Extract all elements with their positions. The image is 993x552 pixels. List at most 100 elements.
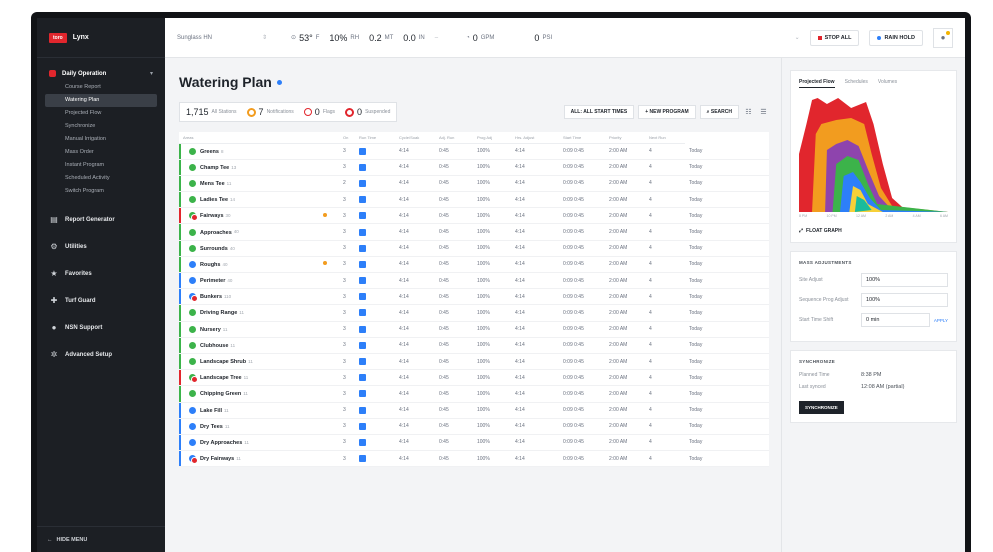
enabled-checkbox[interactable] (359, 244, 366, 252)
nav-head-daily-operation[interactable]: Daily Operation ▾ (45, 66, 157, 81)
row-enabled[interactable] (355, 321, 395, 338)
row-enabled[interactable] (355, 143, 395, 160)
column-header[interactable]: Run Time (355, 132, 395, 144)
sidebar-item-mass-order[interactable]: Mass Order (45, 146, 157, 159)
row-enabled[interactable] (355, 304, 395, 322)
enabled-checkbox[interactable] (359, 147, 366, 155)
row-enabled[interactable] (355, 450, 395, 468)
column-header[interactable]: On (339, 132, 355, 144)
row-area-name[interactable]: Chipping Green 11 (179, 385, 319, 403)
row-area-name[interactable]: Surrounds 40 (179, 240, 319, 257)
sidebar-item-watering-plan[interactable]: Watering Plan (45, 94, 157, 107)
row-area-name[interactable]: Nursery 11 (179, 321, 319, 338)
sequence-adjust-input[interactable]: 100% (861, 293, 948, 307)
sidebar-item-synchronize[interactable]: Synchronize (45, 120, 157, 133)
row-enabled[interactable] (355, 223, 395, 241)
row-area-name[interactable]: Lake Fill 11 (179, 402, 319, 419)
enabled-checkbox[interactable] (359, 422, 366, 430)
row-area-name[interactable]: Mens Tee 11 (179, 175, 319, 193)
row-area-name[interactable]: Dry Approaches 11 (179, 434, 319, 452)
column-header[interactable]: Start Time (559, 132, 605, 144)
search-button[interactable]: ⌕ SEARCH (699, 105, 739, 119)
table-row[interactable]: Clubhouse 11 3 4:14 0:45 100% 4:14 0:09 0:45 2:0… (179, 337, 769, 354)
table-row[interactable]: Nursery 11 3 4:14 0:45 100% 4:14 0:09 0:45 2:00 … (179, 321, 769, 338)
row-area-name[interactable]: Dry Tees 11 (179, 418, 319, 435)
row-enabled[interactable] (355, 191, 395, 209)
stop-all-button[interactable]: STOP ALL (809, 29, 860, 46)
table-row[interactable]: Ladies Tee 14 3 4:14 0:45 100% 4:14 0:09 0:45 2:… (179, 191, 769, 209)
enabled-checkbox[interactable] (359, 163, 366, 171)
enabled-checkbox[interactable] (359, 212, 366, 220)
table-row[interactable]: Greens 8 3 4:14 0:45 100% 4:14 0:09 0:45 2:00 AM… (179, 143, 769, 160)
row-enabled[interactable] (355, 337, 395, 354)
row-area-name[interactable]: Roughs 40 (179, 256, 319, 274)
sidebar-item-turf-guard[interactable]: ✚ Turf Guard (37, 287, 165, 314)
table-row[interactable]: Chipping Green 11 3 4:14 0:45 100% 4:14 0:09 0:… (179, 385, 769, 403)
enabled-checkbox[interactable] (359, 196, 366, 204)
table-row[interactable]: Lake Fill 11 3 4:14 0:45 100% 4:14 0:09 0:45 2:0… (179, 402, 769, 419)
row-enabled[interactable] (355, 353, 395, 371)
all-start-times-button[interactable]: ALL: ALL START TIMES (563, 105, 635, 119)
site-adjust-input[interactable]: 100% (861, 273, 948, 287)
table-row[interactable]: Dry Tees 11 3 4:14 0:45 100% 4:14 0:09 0:45 2:00… (179, 418, 769, 435)
tab-projected-flow[interactable]: Projected Flow (799, 79, 835, 88)
table-row[interactable]: Dry Fairways 11 3 4:14 0:45 100% 4:14 0:09 0:45… (179, 450, 769, 468)
rain-hold-button[interactable]: RAIN HOLD (869, 29, 923, 46)
column-header[interactable]: Areas (179, 132, 319, 144)
row-area-name[interactable]: Clubhouse 11 (179, 337, 319, 354)
table-row[interactable]: Mens Tee 11 2 4:14 0:45 100% 4:14 0:09 0:45 2:00… (179, 175, 769, 193)
enabled-checkbox[interactable] (359, 390, 366, 398)
start-shift-input[interactable]: 0 min (861, 313, 930, 327)
row-enabled[interactable] (355, 175, 395, 193)
location-selector[interactable]: Sunglass HN (177, 35, 212, 41)
column-header[interactable]: Cycle/Soak (395, 132, 435, 144)
grid-view-icon[interactable]: ☷ (743, 107, 754, 118)
row-enabled[interactable] (355, 288, 395, 306)
sidebar-item-favorites[interactable]: ★ Favorites (37, 260, 165, 287)
row-area-name[interactable]: Landscape Shrub 11 (179, 353, 319, 371)
enabled-checkbox[interactable] (359, 406, 366, 414)
row-enabled[interactable] (355, 369, 395, 387)
start-shift-apply-link[interactable]: APPLY (934, 318, 948, 323)
table-row[interactable]: Perimeter 40 3 4:14 0:45 100% 4:14 0:09 0:45 2:0… (179, 272, 769, 290)
row-area-name[interactable]: Dry Fairways 11 (179, 450, 319, 468)
row-area-name[interactable]: Landscape Tree 11 (179, 369, 319, 387)
table-row[interactable]: Roughs 40 3 4:14 0:45 100% 4:14 0:09 0:45 2:00 A… (179, 256, 769, 274)
row-enabled[interactable] (355, 418, 395, 435)
sidebar-item-projected-flow[interactable]: Projected Flow (45, 107, 157, 120)
row-enabled[interactable] (355, 272, 395, 290)
row-area-name[interactable]: Driving Range 11 (179, 304, 319, 322)
row-enabled[interactable] (355, 207, 395, 225)
sidebar-item-manual-irrigation[interactable]: Manual Irrigation (45, 133, 157, 146)
enabled-checkbox[interactable] (359, 438, 366, 446)
row-enabled[interactable] (355, 159, 395, 176)
table-row[interactable]: Bunkers 110 3 4:14 0:45 100% 4:14 0:09 0:45 2:00… (179, 288, 769, 306)
row-area-name[interactable]: Bunkers 110 (179, 288, 319, 306)
tab-schedules[interactable]: Schedules (845, 79, 868, 88)
table-row[interactable]: Landscape Tree 11 3 4:14 0:45 100% 4:14 0:09 0:… (179, 369, 769, 387)
enabled-checkbox[interactable] (359, 325, 366, 333)
synchronize-button[interactable]: SYNCHRONIZE (799, 401, 844, 414)
notification-button[interactable]: ● (933, 27, 953, 48)
new-program-button[interactable]: + NEW PROGRAM (638, 105, 696, 119)
stat-notifications[interactable]: 7 Notifications (246, 107, 294, 117)
column-header[interactable]: Next Run (645, 132, 685, 144)
table-row[interactable]: Dry Approaches 11 3 4:14 0:45 100% 4:14 0:09 0:… (179, 434, 769, 452)
row-area-name[interactable]: Approaches 40 (179, 223, 319, 241)
row-area-name[interactable]: Champ Tee 13 (179, 159, 319, 176)
column-header[interactable]: Adj. Run (435, 132, 473, 144)
stat-all-stations[interactable]: 1,715 All Stations (186, 107, 237, 117)
row-enabled[interactable] (355, 385, 395, 403)
sidebar-item-nsn-support[interactable]: ● NSN Support (37, 314, 165, 341)
row-area-name[interactable]: Greens 8 (179, 143, 319, 160)
sidebar-item-course-report[interactable]: Course Report (45, 81, 157, 94)
table-row[interactable]: Driving Range 11 3 4:14 0:45 100% 4:14 0:09 0:4… (179, 304, 769, 322)
tab-volumes[interactable]: Volumes (878, 79, 897, 88)
column-header[interactable]: Hrs. Adjust (511, 132, 559, 144)
table-row[interactable]: Landscape Shrub 11 3 4:14 0:45 100% 4:14 0:09 0… (179, 353, 769, 371)
row-enabled[interactable] (355, 402, 395, 419)
table-row[interactable]: Champ Tee 13 3 4:14 0:45 100% 4:14 0:09 0:45 2:0… (179, 159, 769, 176)
sidebar-item-scheduled-activity[interactable]: Scheduled Activity (45, 172, 157, 185)
column-header[interactable]: Prog Adj (473, 132, 511, 144)
hide-menu-button[interactable]: ← HIDE MENU (37, 526, 165, 552)
